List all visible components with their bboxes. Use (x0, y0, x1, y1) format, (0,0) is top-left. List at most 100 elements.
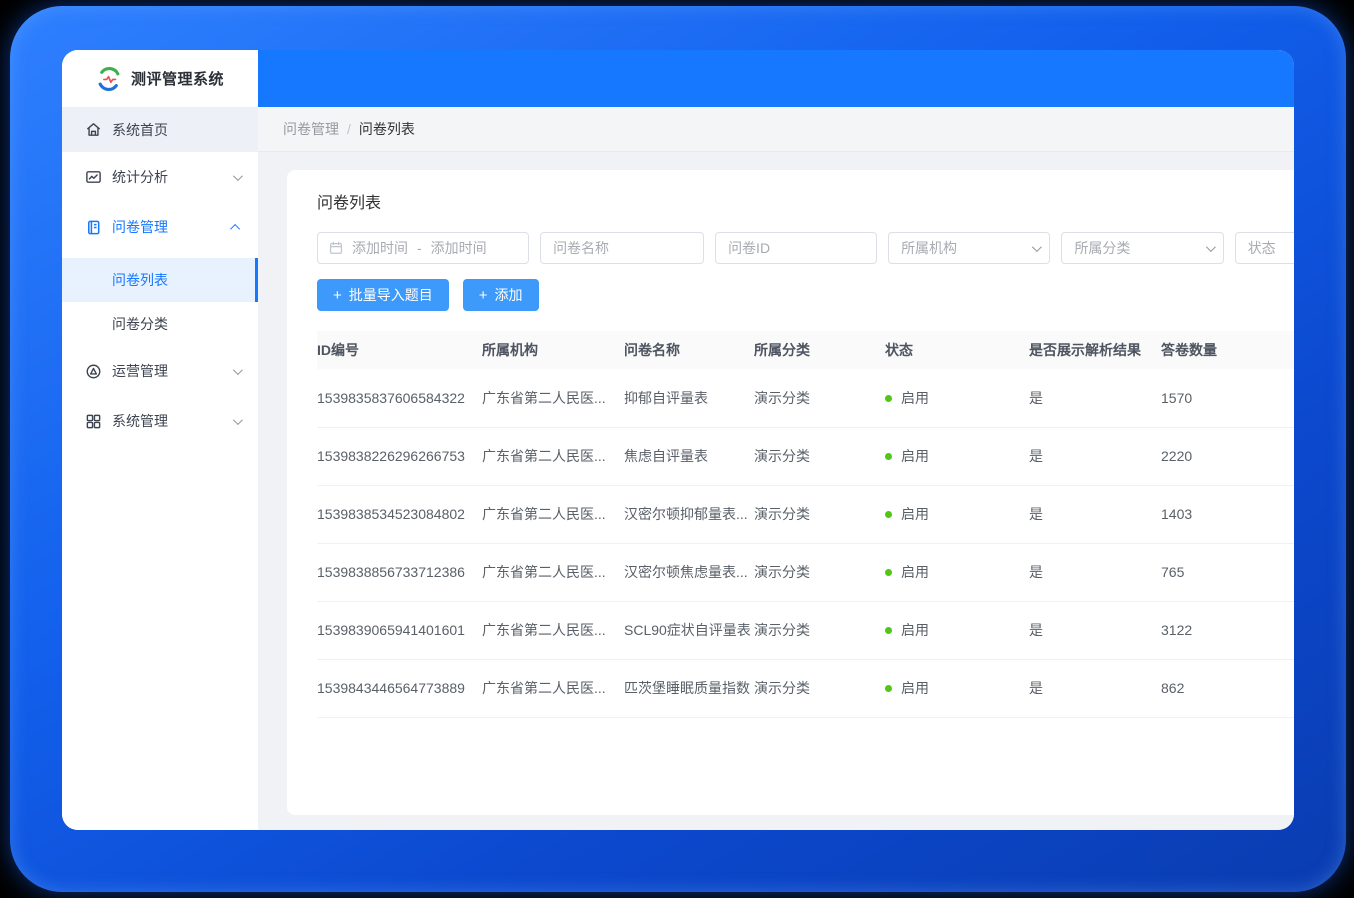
content-area: 问卷列表 (258, 152, 1294, 830)
main-area: 问卷管理 / 问卷列表 问卷列表 (258, 50, 1294, 830)
plus-icon: + (479, 288, 488, 303)
questionnaire-name-input[interactable] (540, 232, 704, 264)
filter-row: 添加时间 - 添加时间 所属机构 所属分类 (317, 232, 1294, 264)
category-select[interactable]: 所属分类 (1061, 232, 1223, 264)
table-row[interactable]: 1539835837606584322 广东省第二人民医... 抑郁自评量表 演… (317, 369, 1294, 427)
cell-org: 广东省第二人民医... (482, 369, 624, 427)
cell-count: 765 (1161, 543, 1294, 601)
status-dot (885, 569, 892, 576)
chart-icon (84, 168, 102, 186)
sidebar-item-label: 统计分析 (112, 167, 223, 187)
chevron-down-icon (233, 415, 243, 425)
cell-status: 启用 (885, 659, 1029, 717)
cell-status: 启用 (885, 601, 1029, 659)
toolbar: + 批量导入题目 + 添加 (317, 279, 1294, 311)
card-body: 添加时间 - 添加时间 所属机构 所属分类 (287, 222, 1294, 718)
operations-icon (84, 362, 102, 380)
sidebar-item-system[interactable]: 系统管理 (62, 396, 258, 446)
cell-org: 广东省第二人民医... (482, 427, 624, 485)
cell-org: 广东省第二人民医... (482, 659, 624, 717)
cell-status: 启用 (885, 369, 1029, 427)
cell-id: 1539839065941401601 (317, 601, 482, 659)
sidebar-item-statistics[interactable]: 统计分析 (62, 152, 258, 202)
cell-count: 1403 (1161, 485, 1294, 543)
table-row[interactable]: 1539838226296266753 广东省第二人民医... 焦虑自评量表 演… (317, 427, 1294, 485)
cell-status: 启用 (885, 485, 1029, 543)
chevron-down-icon (1032, 242, 1042, 252)
chevron-down-icon (1206, 242, 1216, 252)
chevron-up-icon (230, 223, 240, 233)
breadcrumb: 问卷管理 / 问卷列表 (258, 107, 1294, 152)
col-category: 所属分类 (754, 331, 885, 369)
sidebar-item-label: 问卷分类 (112, 314, 240, 334)
sidebar-item-questionnaire-mgmt[interactable]: 问卷管理 (62, 202, 258, 252)
grid-icon (84, 412, 102, 430)
cell-count: 1570 (1161, 369, 1294, 427)
col-org: 所属机构 (482, 331, 624, 369)
stage: 测评管理系统 系统首页 (0, 0, 1354, 898)
questionnaire-id-input[interactable] (715, 232, 877, 264)
col-status: 状态 (885, 331, 1029, 369)
status-dot (885, 685, 892, 692)
status-select[interactable]: 状态 (1235, 232, 1294, 264)
cell-count: 3122 (1161, 601, 1294, 659)
breadcrumb-current: 问卷列表 (359, 119, 415, 139)
cell-category: 演示分类 (754, 543, 885, 601)
cell-org: 广东省第二人民医... (482, 601, 624, 659)
breadcrumb-separator: / (347, 121, 351, 137)
table-row[interactable]: 1539838856733712386 广东省第二人民医... 汉密尔顿焦虑量表… (317, 543, 1294, 601)
cell-id: 1539835837606584322 (317, 369, 482, 427)
add-button[interactable]: + 添加 (463, 279, 539, 311)
col-show-analysis: 是否展示解析结果 (1029, 331, 1161, 369)
breadcrumb-parent[interactable]: 问卷管理 (283, 119, 339, 139)
questionnaire-table: ID编号 所属机构 问卷名称 所属分类 状态 是否展示解析结果 答卷数量 (317, 331, 1294, 718)
sidebar-item-questionnaire-category[interactable]: 问卷分类 (62, 302, 258, 346)
card-title: 问卷列表 (317, 189, 381, 213)
cell-id: 1539838534523084802 (317, 485, 482, 543)
status-dot (885, 453, 892, 460)
cell-category: 演示分类 (754, 485, 885, 543)
batch-import-button[interactable]: + 批量导入题目 (317, 279, 449, 311)
cell-show-analysis: 是 (1029, 427, 1161, 485)
table-row[interactable]: 1539843446564773889 广东省第二人民医... 匹茨堡睡眠质量指… (317, 659, 1294, 717)
table-row[interactable]: 1539838534523084802 广东省第二人民医... 汉密尔顿抑郁量表… (317, 485, 1294, 543)
cell-org: 广东省第二人民医... (482, 485, 624, 543)
cell-show-analysis: 是 (1029, 369, 1161, 427)
cell-id: 1539838226296266753 (317, 427, 482, 485)
cell-status: 启用 (885, 427, 1029, 485)
cell-status: 启用 (885, 543, 1029, 601)
status-text: 启用 (901, 680, 929, 696)
organization-select[interactable]: 所属机构 (888, 232, 1050, 264)
cell-show-analysis: 是 (1029, 485, 1161, 543)
cell-id: 1539838856733712386 (317, 543, 482, 601)
status-text: 启用 (901, 622, 929, 638)
col-name: 问卷名称 (624, 331, 754, 369)
app-logo-icon (96, 66, 122, 92)
status-text: 启用 (901, 506, 929, 522)
top-header-bar (258, 50, 1294, 107)
date-range-picker[interactable]: 添加时间 - 添加时间 (317, 232, 529, 264)
chevron-down-icon (233, 365, 243, 375)
cell-show-analysis: 是 (1029, 659, 1161, 717)
status-select-placeholder: 状态 (1248, 238, 1276, 258)
table-header-row: ID编号 所属机构 问卷名称 所属分类 状态 是否展示解析结果 答卷数量 (317, 331, 1294, 369)
status-dot (885, 511, 892, 518)
date-end-placeholder: 添加时间 (431, 238, 487, 258)
sidebar-item-questionnaire-list[interactable]: 问卷列表 (62, 258, 258, 302)
sidebar: 测评管理系统 系统首页 (62, 50, 258, 830)
chevron-down-icon (233, 171, 243, 181)
document-icon (84, 218, 102, 236)
status-text: 启用 (901, 564, 929, 580)
cell-category: 演示分类 (754, 659, 885, 717)
sidebar-item-home[interactable]: 系统首页 (62, 107, 258, 152)
status-text: 启用 (901, 448, 929, 464)
cell-show-analysis: 是 (1029, 543, 1161, 601)
organization-select-placeholder: 所属机构 (901, 238, 957, 258)
app-window: 测评管理系统 系统首页 (62, 50, 1294, 830)
home-icon (84, 121, 102, 139)
sidebar-item-operations[interactable]: 运营管理 (62, 346, 258, 396)
table-row[interactable]: 1539839065941401601 广东省第二人民医... SCL90症状自… (317, 601, 1294, 659)
status-text: 启用 (901, 390, 929, 406)
cell-category: 演示分类 (754, 369, 885, 427)
cell-name: 抑郁自评量表 (624, 369, 754, 427)
